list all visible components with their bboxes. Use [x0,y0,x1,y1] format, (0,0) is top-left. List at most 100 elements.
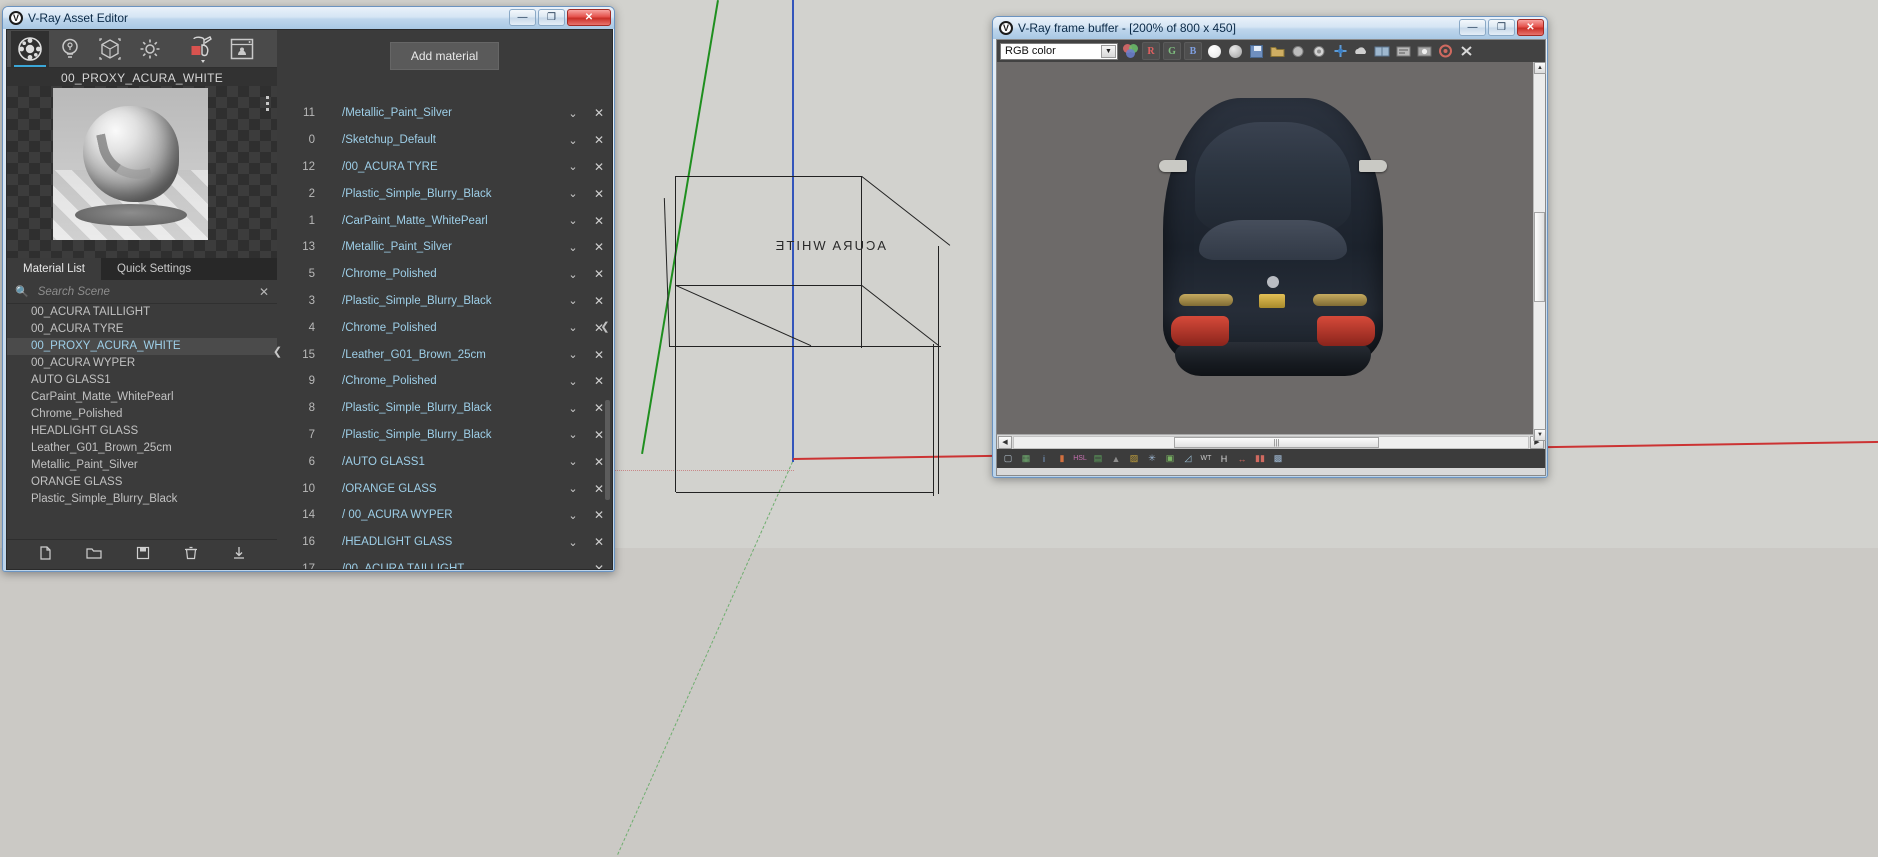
preview-options-menu[interactable] [266,96,269,111]
table-row[interactable]: 11/Metallic_Paint_Silver ⌄ ✕ [277,100,612,127]
list-item[interactable]: Plastic_Simple_Blurry_Black [7,491,277,508]
search-scene-bar[interactable]: 🔍 ✕ [7,280,277,304]
material-list[interactable]: 00_ACURA TAILLIGHT 00_ACURA TYRE 00_PROXY_… [7,304,277,539]
table-row[interactable]: 0/Sketchup_Default ⌄ ✕ [277,127,612,154]
levels-icon[interactable]: ▨ [1126,451,1142,466]
rgb-channel-icon[interactable] [1121,42,1139,60]
asset-name[interactable]: /Chrome_Polished [319,375,560,387]
table-row[interactable]: 17/00_ACURA TAILLIGHT⌄✕ [277,556,612,569]
asset-editor-tabs[interactable]: Material List Quick Settings [7,258,277,280]
frame-buffer-statusbar[interactable]: ▢ ▦ i ▮ HSL ▤ ▲ ▨ ✳ ▣ ◿ WT H ↔ ▮▮ ▩ [997,449,1545,468]
asset-editor-window-controls[interactable]: — ❐ ✕ [509,9,611,26]
asset-name[interactable]: /AUTO GLASS1 [319,456,560,468]
list-item[interactable]: AUTO GLASS1 [7,372,277,389]
chevron-down-icon[interactable]: ⌄ [560,134,586,147]
load-image-icon[interactable] [1268,42,1286,60]
lights-tab-button[interactable] [51,31,89,67]
remove-asset-icon[interactable]: ✕ [586,562,612,569]
hscroll-thumb[interactable]: ||| [1174,436,1379,448]
green-channel-icon[interactable]: G [1163,42,1181,60]
ocio-icon[interactable]: ▣ [1162,451,1178,466]
remove-asset-icon[interactable]: ✕ [586,374,612,388]
canvas-horizontal-scrollbar[interactable]: ◀ ||| ▶ [997,434,1545,449]
close-button[interactable]: ✕ [1517,19,1544,36]
chevron-down-icon[interactable]: ⌄ [560,402,586,415]
info-icon[interactable]: i [1036,451,1052,466]
chevron-down-icon[interactable]: ⌄ [560,214,586,227]
color-balance-icon[interactable]: ▤ [1090,451,1106,466]
compare-horizontal-icon[interactable]: ↔ [1234,451,1250,466]
maximize-button[interactable]: ❐ [538,9,565,26]
remove-asset-icon[interactable]: ✕ [586,187,612,201]
chevron-down-icon[interactable]: ⌄ [560,241,586,254]
settings-tab-button[interactable] [131,31,169,67]
canvas-vertical-scrollbar[interactable]: ▲ ▼ [1533,62,1546,441]
clear-image-icon[interactable] [1289,42,1307,60]
frame-buffer-titlebar[interactable]: V V-Ray frame buffer - [200% of 800 x 45… [993,17,1547,39]
minimize-button[interactable]: — [1459,19,1486,36]
list-item[interactable]: Leather_G01_Brown_25cm [7,440,277,457]
asset-name[interactable]: /CarPaint_Matte_WhitePearl [319,215,560,227]
remove-asset-icon[interactable]: ✕ [586,106,612,120]
red-channel-icon[interactable]: R [1142,42,1160,60]
remove-asset-icon[interactable]: ✕ [586,160,612,174]
table-row[interactable]: 12/00_ACURA TYRE ⌄ ✕ [277,154,612,181]
list-item[interactable]: 00_ACURA TYRE [7,321,277,338]
asset-rows-list[interactable]: 11/Metallic_Paint_Silver ⌄ ✕ 0/Sketchup_Def… [277,100,612,569]
table-row[interactable]: 6/AUTO GLASS1 ⌄ ✕ [277,448,612,475]
materials-tab-button[interactable] [11,30,49,67]
list-item[interactable]: Chrome_Polished [7,406,277,423]
frame-buffer-button[interactable] [223,31,261,67]
asset-name[interactable]: / 00_ACURA WYPER [319,509,560,521]
abort-render-icon[interactable] [1457,42,1475,60]
delete-icon[interactable] [184,546,198,563]
stereo-icon[interactable] [1373,42,1391,60]
asset-name[interactable]: /ORANGE GLASS [319,483,560,495]
chevron-down-icon[interactable]: ▼ [1101,44,1116,58]
asset-name[interactable]: /Plastic_Simple_Blurry_Black [319,188,560,200]
asset-name[interactable]: /Plastic_Simple_Blurry_Black [319,402,560,414]
maximize-button[interactable]: ❐ [1488,19,1515,36]
exposure-icon[interactable]: ▮ [1054,451,1070,466]
add-material-button[interactable]: Add material [389,42,500,70]
image-view-icon[interactable]: ▢ [1000,451,1016,466]
alpha-gray-icon[interactable] [1226,42,1244,60]
lut-star-icon[interactable]: ✳ [1144,451,1160,466]
chevron-down-icon[interactable]: ⌄ [560,455,586,468]
table-row[interactable]: 1/CarPaint_Matte_WhitePearl ⌄ ✕ [277,207,612,234]
remove-asset-icon[interactable]: ✕ [586,508,612,522]
list-item[interactable]: 00_PROXY_ACURA_WHITE [7,338,277,355]
list-item[interactable]: Metallic_Paint_Silver [7,457,277,474]
alpha-white-icon[interactable] [1205,42,1223,60]
remove-asset-icon[interactable]: ✕ [586,133,612,147]
hue-icon[interactable]: H [1216,451,1232,466]
v-ray-frame-buffer-window[interactable]: V V-Ray frame buffer - [200% of 800 x 45… [992,16,1548,478]
color-corrections-icon[interactable]: ▦ [1018,451,1034,466]
left-panel-collapse-handle[interactable]: ❮ [273,340,282,362]
table-row[interactable]: 7/Plastic_Simple_Blurry_Black ⌄ ✕ [277,422,612,449]
remove-asset-icon[interactable]: ✕ [586,348,612,362]
save-image-icon[interactable] [1247,42,1265,60]
search-input[interactable] [35,284,252,299]
asset-name[interactable]: /Plastic_Simple_Blurry_Black [319,295,560,307]
asset-name[interactable]: /Chrome_Polished [319,322,560,334]
render-canvas[interactable] [997,62,1545,434]
background-icon[interactable]: ◿ [1180,451,1196,466]
chevron-down-icon[interactable]: ⌄ [560,160,586,173]
save-file-icon[interactable] [136,546,150,563]
table-row[interactable]: 16/HEADLIGHT GLASS ⌄ ✕ [277,529,612,556]
render-region-icon[interactable] [1331,42,1349,60]
import-icon[interactable] [232,546,246,563]
asset-name[interactable]: /00_ACURA TYRE [319,161,560,173]
list-item[interactable]: 00_ACURA TAILLIGHT [7,304,277,321]
table-row[interactable]: 8/Plastic_Simple_Blurry_Black ⌄ ✕ [277,395,612,422]
table-row[interactable]: 10/ORANGE GLASS ⌄ ✕ [277,475,612,502]
render-with-v-ray-button[interactable] [183,31,221,67]
right-panel-collapse-handle[interactable]: ❮ [600,313,610,339]
chevron-down-icon[interactable]: ⌄ [560,348,586,361]
asset-name[interactable]: /Chrome_Polished [319,268,560,280]
tab-quick-settings[interactable]: Quick Settings [101,258,207,280]
force-color-clamp-icon[interactable]: ▩ [1270,451,1286,466]
frame-buffer-window-controls[interactable]: — ❐ ✕ [1459,19,1544,36]
asset-name[interactable]: /Metallic_Paint_Silver [319,107,560,119]
